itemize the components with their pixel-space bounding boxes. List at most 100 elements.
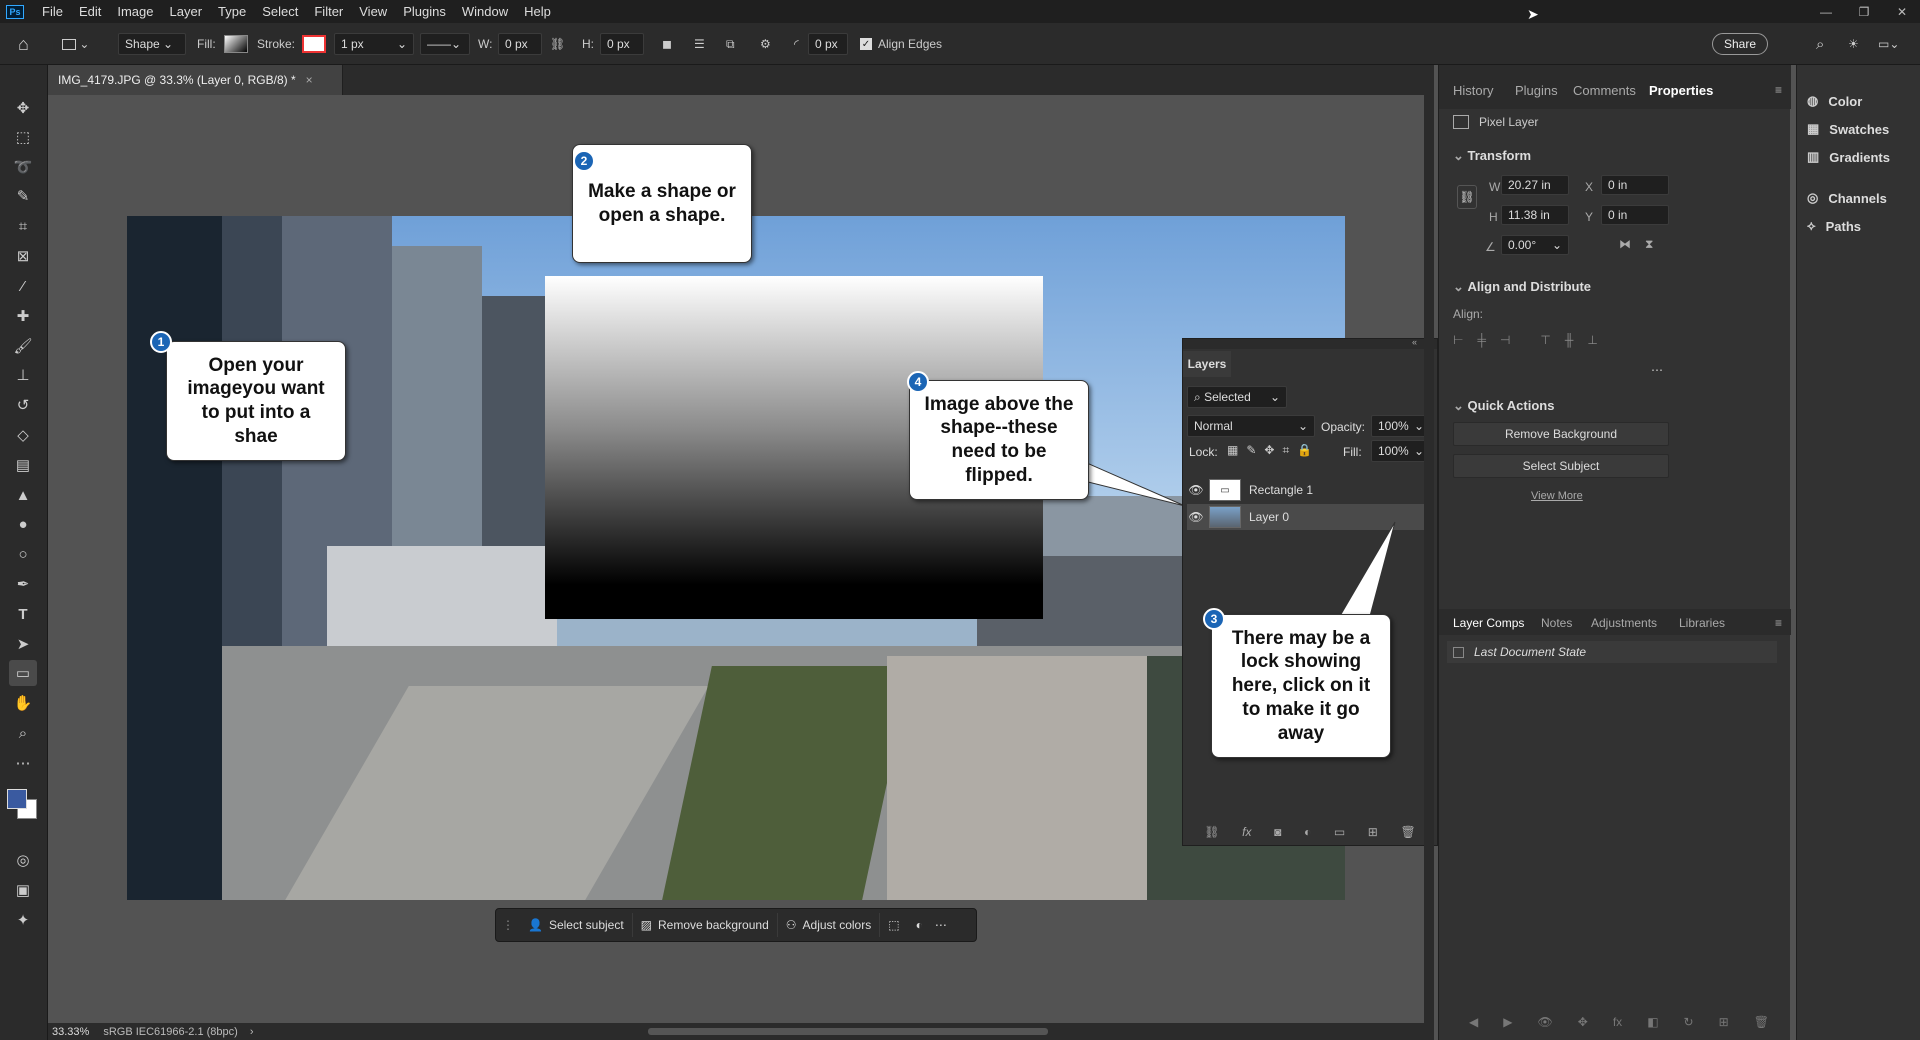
- adjust-colors-button[interactable]: ⚇ Adjust colors: [778, 913, 881, 937]
- update-comp-icon[interactable]: ↻: [1684, 1015, 1694, 1029]
- path-operations-icon[interactable]: ◼: [662, 33, 672, 55]
- height-field[interactable]: 11.38 in: [1501, 205, 1569, 225]
- panel-gradients[interactable]: ▥ Gradients: [1807, 149, 1890, 165]
- lock-paint-icon[interactable]: ✎: [1246, 443, 1256, 458]
- menu-edit[interactable]: Edit: [71, 4, 109, 19]
- clone-stamp-tool-icon[interactable]: ⊥: [9, 362, 37, 388]
- width-field[interactable]: 20.27 in: [1501, 175, 1569, 195]
- restore-icon[interactable]: ❐: [1846, 0, 1882, 23]
- move-tool-icon[interactable]: ✥: [9, 95, 37, 121]
- tool-mode-select[interactable]: Shape ⌄: [118, 33, 186, 55]
- collapse-icon[interactable]: «: [1412, 337, 1417, 347]
- menu-view[interactable]: View: [351, 4, 395, 19]
- layers-tab[interactable]: Layers: [1183, 351, 1231, 377]
- align-center-h-icon[interactable]: ╪: [1477, 333, 1486, 347]
- gradient-tool-icon[interactable]: ▤: [9, 452, 37, 478]
- remove-background-button[interactable]: Remove Background: [1453, 422, 1669, 446]
- fill-swatch[interactable]: [224, 35, 248, 53]
- new-group-icon[interactable]: ▭: [1334, 825, 1345, 839]
- more-options-icon[interactable]: ⋯: [935, 918, 947, 932]
- status-arrow-icon[interactable]: ›: [250, 1026, 254, 1038]
- bottom-panel-menu-icon[interactable]: ≡: [1775, 616, 1782, 630]
- tab-history[interactable]: History: [1453, 83, 1493, 98]
- document-tab[interactable]: IMG_4179.JPG @ 33.3% (Layer 0, RGB/8) * …: [48, 65, 343, 95]
- width-field[interactable]: 0 px: [498, 33, 542, 55]
- align-right-icon[interactable]: ⊣: [1500, 333, 1510, 347]
- rectangle-tool-preset-icon[interactable]: ⌄: [62, 33, 89, 55]
- path-alignment-icon[interactable]: ☰: [694, 33, 705, 55]
- share-button[interactable]: Share: [1712, 33, 1768, 55]
- search-icon[interactable]: ⌕: [1816, 33, 1824, 55]
- minimize-icon[interactable]: —: [1808, 0, 1844, 23]
- lock-artboard-icon[interactable]: ⌗: [1282, 443, 1289, 458]
- tab-adjustments[interactable]: Adjustments: [1591, 616, 1657, 630]
- transform-section-header[interactable]: ⌄ Transform: [1453, 148, 1531, 164]
- layer-row[interactable]: 👁 ▭ Rectangle 1: [1187, 477, 1433, 503]
- smudge-tool-icon[interactable]: ○: [9, 541, 37, 567]
- quick-selection-tool-icon[interactable]: ✎: [9, 183, 37, 209]
- tab-notes[interactable]: Notes: [1541, 616, 1572, 630]
- tab-properties[interactable]: Properties: [1649, 83, 1713, 98]
- healing-brush-tool-icon[interactable]: ✚: [9, 303, 37, 329]
- dodge-tool-icon[interactable]: ●: [9, 511, 37, 537]
- menu-filter[interactable]: Filter: [306, 4, 351, 19]
- menu-help[interactable]: Help: [516, 4, 559, 19]
- blur-tool-icon[interactable]: ▲: [9, 482, 37, 508]
- frame-tool-icon[interactable]: ⊠: [9, 243, 37, 269]
- fill-field[interactable]: 100% ⌄: [1371, 440, 1431, 462]
- link-dimensions-icon[interactable]: ⛓: [550, 33, 565, 55]
- path-arrangement-icon[interactable]: ⧉: [726, 33, 735, 55]
- delete-layer-icon[interactable]: 🗑: [1400, 825, 1415, 839]
- panel-swatches[interactable]: ▦ Swatches: [1807, 121, 1889, 137]
- foreground-color-swatch[interactable]: [7, 789, 27, 809]
- transform-icon[interactable]: ⬚: [888, 918, 899, 932]
- link-wh-icon[interactable]: ⛓: [1457, 185, 1477, 209]
- fx-icon[interactable]: fx: [1242, 825, 1251, 839]
- next-comp-icon[interactable]: ▶: [1503, 1015, 1512, 1029]
- layer-filter-select[interactable]: ⌕ Selected ⌄: [1187, 386, 1287, 408]
- tab-libraries[interactable]: Libraries: [1679, 616, 1725, 630]
- menu-window[interactable]: Window: [454, 4, 516, 19]
- opacity-field[interactable]: 100% ⌄: [1371, 415, 1431, 437]
- blend-mode-select[interactable]: Normal ⌄: [1187, 415, 1315, 437]
- drag-handle-icon[interactable]: ⋮: [502, 918, 514, 932]
- vertical-scrollbar[interactable]: [1424, 95, 1434, 1023]
- align-left-icon[interactable]: ⊢: [1453, 333, 1463, 347]
- layer-comp-row[interactable]: Last Document State: [1447, 641, 1777, 663]
- type-tool-icon[interactable]: T: [9, 601, 37, 627]
- horizontal-scrollbar[interactable]: [648, 1028, 1048, 1035]
- x-field[interactable]: 0 in: [1601, 175, 1669, 195]
- angle-field[interactable]: 0.00° ⌄: [1501, 235, 1569, 255]
- tab-layer-comps[interactable]: Layer Comps: [1453, 616, 1524, 630]
- panel-channels[interactable]: ◎ Channels: [1807, 190, 1887, 206]
- add-mask-icon[interactable]: ◙: [1274, 825, 1281, 839]
- comp-appearance-icon[interactable]: ◧: [1647, 1015, 1658, 1029]
- lock-transparent-icon[interactable]: ▦: [1227, 443, 1238, 458]
- stroke-swatch[interactable]: [302, 35, 326, 53]
- eraser-tool-icon[interactable]: ◇: [9, 422, 37, 448]
- lock-all-icon[interactable]: 🔒: [1297, 443, 1312, 458]
- panel-paths[interactable]: ⟡ Paths: [1807, 218, 1861, 234]
- path-selection-tool-icon[interactable]: ➤: [9, 631, 37, 657]
- screen-mode-icon[interactable]: ▣: [9, 877, 37, 903]
- zoom-level[interactable]: 33.33%: [52, 1026, 89, 1038]
- hand-tool-icon[interactable]: ✋: [9, 690, 37, 716]
- stroke-width-field[interactable]: 1 px ⌄: [334, 33, 414, 55]
- rectangle-tool-icon[interactable]: ▭: [9, 660, 37, 686]
- comp-visibility-icon[interactable]: 👁: [1538, 1015, 1553, 1029]
- menu-layer[interactable]: Layer: [162, 4, 211, 19]
- visibility-eye-icon[interactable]: 👁: [1187, 483, 1205, 497]
- adjustment-circle-icon[interactable]: ◐: [916, 918, 923, 932]
- align-middle-v-icon[interactable]: ╫: [1565, 333, 1574, 347]
- remove-background-button[interactable]: ▨ Remove background: [633, 913, 778, 937]
- corner-radius-field[interactable]: 0 px: [808, 33, 848, 55]
- brush-tool-icon[interactable]: 🖌: [9, 333, 37, 359]
- quick-actions-header[interactable]: ⌄ Quick Actions: [1453, 398, 1554, 414]
- delete-comp-icon[interactable]: 🗑: [1754, 1015, 1769, 1029]
- select-subject-button[interactable]: Select Subject: [1453, 454, 1669, 478]
- new-comp-icon[interactable]: ⊞: [1719, 1015, 1729, 1029]
- menu-file[interactable]: File: [34, 4, 71, 19]
- lock-position-icon[interactable]: ✥: [1264, 443, 1274, 458]
- height-field[interactable]: 0 px: [600, 33, 644, 55]
- workspace-icon[interactable]: ▭⌄: [1878, 33, 1899, 55]
